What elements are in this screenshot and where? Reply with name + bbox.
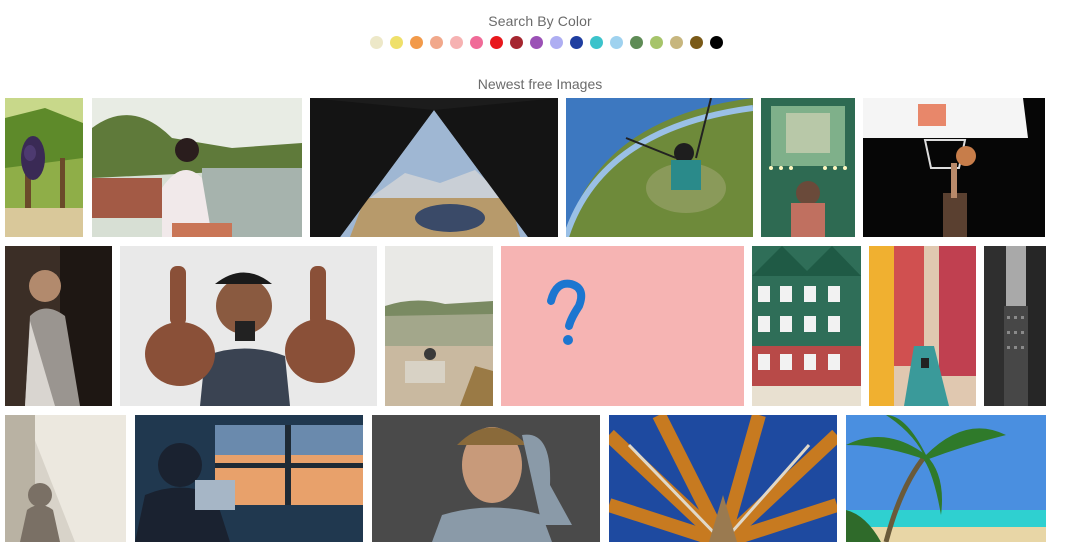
image-man-thumbs-up[interactable] [120,246,377,406]
image-green-houses[interactable] [752,246,861,406]
image-woman-by-lake[interactable] [92,98,302,237]
image-buddha-statue[interactable] [5,415,126,542]
image-woman-looking-up[interactable] [5,246,112,406]
image-tall-buildings[interactable] [984,246,1046,406]
image-palm-beach[interactable] [846,415,1046,542]
image-grid [0,0,1080,542]
image-venice-canal[interactable] [869,246,976,406]
image-tent-mountain-view[interactable] [310,98,558,237]
image-trees-from-below[interactable] [609,415,837,542]
image-paragliding[interactable] [566,98,753,237]
image-man-window-sunset[interactable] [135,415,363,542]
image-vineyard-grapes[interactable] [5,98,83,237]
image-man-thinking[interactable] [372,415,600,542]
image-basketball-hoop[interactable] [863,98,1045,237]
image-question-mark-pink[interactable] [501,246,744,406]
image-countryside-landscape[interactable] [385,246,493,406]
image-woman-mirror-lights[interactable] [761,98,855,237]
